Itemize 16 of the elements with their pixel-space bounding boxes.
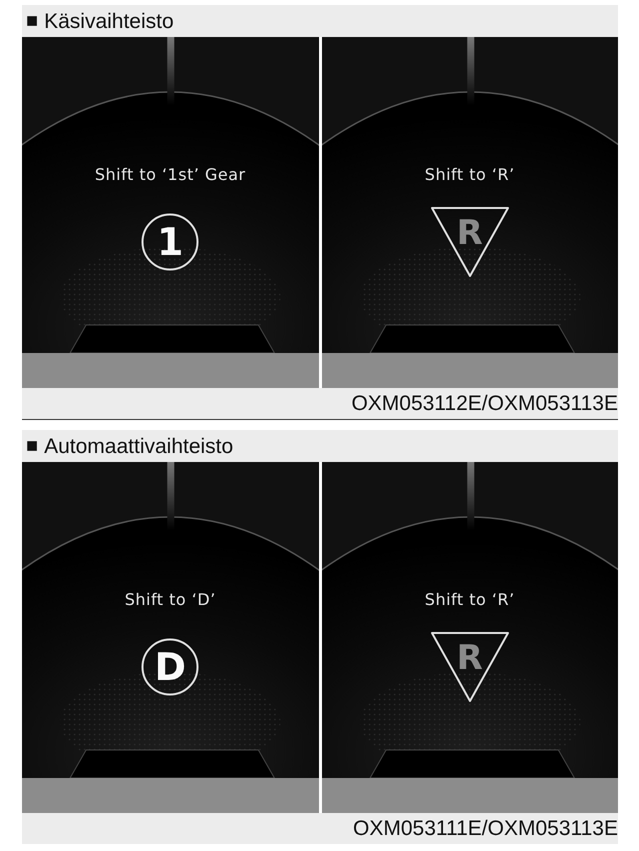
gear-letter: 1 — [157, 220, 184, 264]
image-caption: OXM053112E/OXM053113E — [22, 388, 618, 420]
shift-message: Shift to ‘1st’ Gear — [94, 165, 246, 184]
shift-message: Shift to ‘R’ — [424, 165, 515, 184]
shift-message: Shift to ‘D’ — [124, 590, 216, 609]
square-marker: ■ — [26, 11, 38, 31]
gear-letter: R — [456, 213, 483, 253]
gear-letter: R — [456, 638, 483, 678]
image-caption: OXM053111E/OXM053113E — [22, 813, 618, 844]
circle-icon — [141, 213, 200, 271]
gear-letter: D — [154, 645, 186, 689]
section-title: Käsivaihteisto — [44, 10, 174, 32]
shift-message: Shift to ‘R’ — [424, 590, 515, 609]
square-marker: ■ — [26, 436, 38, 456]
circle-icon — [141, 638, 200, 696]
section-title: Automaattivaihteisto — [44, 436, 234, 456]
